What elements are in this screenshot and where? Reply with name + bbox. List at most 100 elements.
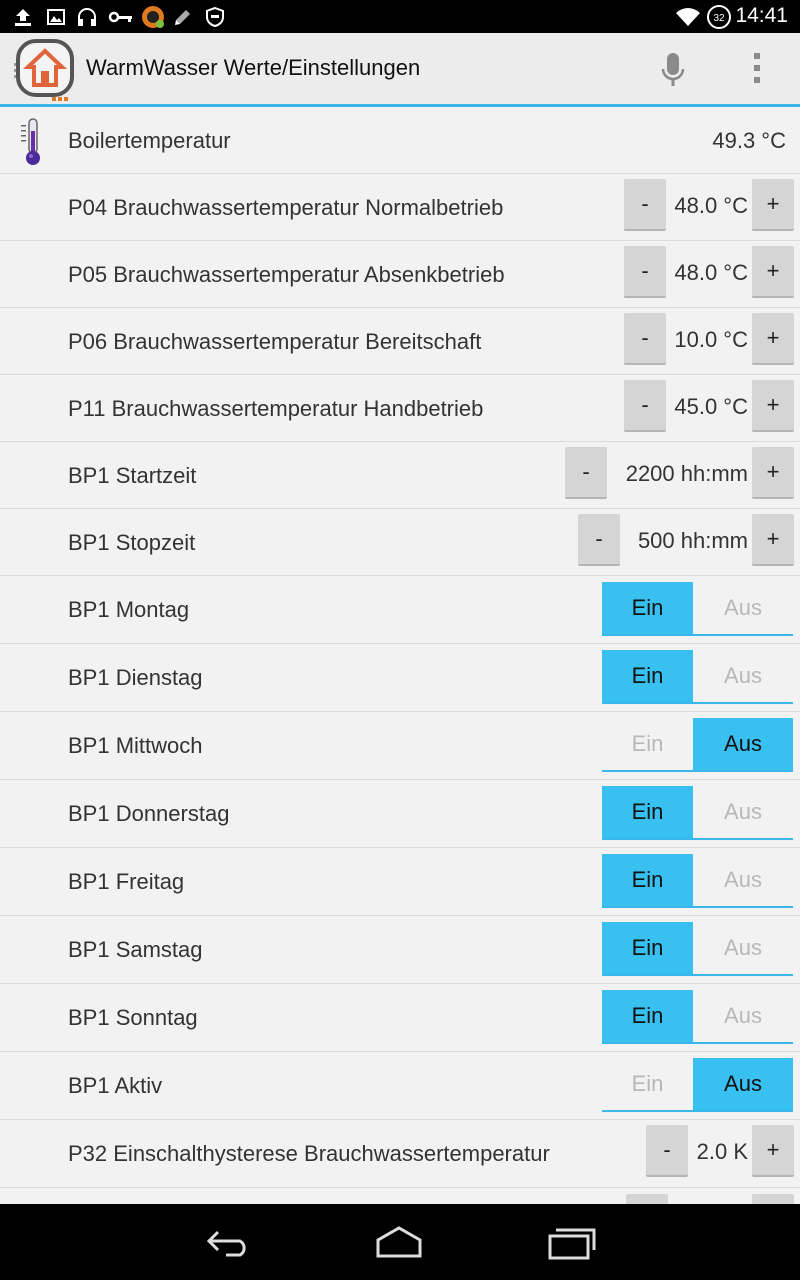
decrement-button[interactable]: - bbox=[565, 447, 607, 499]
toggle-option-aus[interactable]: Aus bbox=[693, 1058, 793, 1110]
row-label: BP1 Mittwoch bbox=[68, 733, 203, 758]
toggle-option-aus[interactable]: Aus bbox=[693, 582, 793, 634]
row-label: BP1 Freitag bbox=[68, 869, 185, 894]
row-label: BP1 Dienstag bbox=[68, 665, 203, 690]
row-label: P05 Brauchwassertemperatur Absenkbetrieb bbox=[68, 262, 505, 287]
page-title: WarmWasser Werte/Einstellungen bbox=[86, 55, 421, 80]
battery-icon: 32 bbox=[707, 5, 731, 29]
headset-icon bbox=[78, 8, 96, 26]
toggle-switch[interactable]: Ein Aus bbox=[602, 922, 793, 976]
row-label: BP1 Donnerstag bbox=[68, 801, 230, 826]
list-item-bp1-samstag: BP1 Samstag Ein Aus bbox=[0, 916, 800, 984]
toggle-option-aus[interactable]: Aus bbox=[693, 854, 793, 906]
stepper-value: 2.0 K bbox=[696, 1139, 748, 1164]
navigation-bar bbox=[0, 1204, 800, 1280]
increment-button[interactable]: + bbox=[752, 1125, 794, 1177]
row-label: P06 Brauchwassertemperatur Bereitschaft bbox=[68, 329, 482, 354]
decrement-button[interactable]: - bbox=[646, 1125, 688, 1177]
toggle-switch[interactable]: Ein Aus bbox=[602, 854, 793, 908]
app-notification-icon bbox=[142, 6, 164, 28]
stepper-value: 45.0 °C bbox=[674, 394, 748, 419]
toggle-switch[interactable]: Ein Aus bbox=[602, 718, 793, 772]
list-item-p04: P04 Brauchwassertemperatur Normalbetrieb… bbox=[0, 174, 800, 241]
row-label: Boilertemperatur bbox=[68, 128, 231, 153]
clock: 14:41 bbox=[735, 4, 788, 27]
increment-button[interactable]: + bbox=[752, 179, 794, 231]
action-bar: WarmWasser Werte/Einstellungen bbox=[0, 33, 800, 107]
list-item-p05: P05 Brauchwassertemperatur Absenkbetrieb… bbox=[0, 241, 800, 308]
decrement-button[interactable]: - bbox=[624, 179, 666, 231]
status-bar: 32 14:41 bbox=[0, 0, 800, 33]
toggle-option-aus[interactable]: Aus bbox=[693, 990, 793, 1042]
list-item-bp1-startzeit: BP1 Startzeit - 2200 hh:mm + bbox=[0, 442, 800, 509]
image-icon bbox=[47, 9, 65, 25]
toggle-switch[interactable]: Ein Aus bbox=[602, 650, 793, 704]
toggle-option-ein[interactable]: Ein bbox=[602, 786, 693, 838]
toggle-option-ein[interactable]: Ein bbox=[602, 990, 693, 1042]
toggle-option-aus[interactable]: Aus bbox=[693, 786, 793, 838]
overflow-menu-icon[interactable] bbox=[742, 47, 772, 91]
edit-icon bbox=[175, 10, 190, 25]
increment-button[interactable]: + bbox=[752, 514, 794, 566]
list-item-bp1-mittwoch: BP1 Mittwoch Ein Aus bbox=[0, 712, 800, 780]
battery-level: 32 bbox=[713, 13, 725, 24]
thermometer-icon bbox=[21, 118, 40, 165]
list-item-boilertemperatur: Boilertemperatur 49.3 °C bbox=[0, 107, 800, 174]
list-item-bp1-stopzeit: BP1 Stopzeit - 500 hh:mm + bbox=[0, 509, 800, 576]
increment-button[interactable]: + bbox=[752, 380, 794, 432]
recent-apps-icon[interactable] bbox=[546, 1224, 596, 1260]
list-item-p32: P32 Einschalthysterese Brauchwassertempe… bbox=[0, 1120, 800, 1188]
stepper-value: 500 hh:mm bbox=[637, 528, 748, 553]
toggle-switch[interactable]: Ein Aus bbox=[602, 1058, 793, 1112]
row-label: P11 Brauchwassertemperatur Handbetrieb bbox=[68, 396, 484, 421]
wifi-icon bbox=[676, 8, 700, 26]
list-item-bp1-freitag: BP1 Freitag Ein Aus bbox=[0, 848, 800, 916]
toggle-switch[interactable]: Ein Aus bbox=[602, 786, 793, 840]
toggle-option-ein[interactable]: Ein bbox=[602, 718, 693, 770]
decrement-button[interactable] bbox=[626, 1194, 668, 1204]
mic-icon[interactable] bbox=[656, 49, 690, 91]
list-item-bp1-montag: BP1 Montag Ein Aus bbox=[0, 576, 800, 644]
row-label: BP1 Aktiv bbox=[68, 1073, 163, 1098]
key-icon bbox=[108, 11, 132, 23]
decrement-button[interactable]: - bbox=[624, 246, 666, 298]
back-icon[interactable] bbox=[204, 1224, 254, 1260]
toggle-option-ein[interactable]: Ein bbox=[602, 922, 693, 974]
decrement-button[interactable]: - bbox=[624, 313, 666, 365]
toggle-switch[interactable]: Ein Aus bbox=[602, 990, 793, 1044]
increment-button[interactable] bbox=[752, 1194, 794, 1204]
upload-icon bbox=[15, 9, 31, 26]
settings-list[interactable]: Boilertemperatur 49.3 °C P04 Brauchwasse… bbox=[0, 107, 800, 1204]
list-item-partial bbox=[0, 1188, 800, 1204]
increment-button[interactable]: + bbox=[752, 246, 794, 298]
stepper-value: 10.0 °C bbox=[674, 327, 748, 352]
shield-icon bbox=[206, 6, 224, 28]
toggle-option-ein[interactable]: Ein bbox=[602, 650, 693, 702]
list-item-p11: P11 Brauchwassertemperatur Handbetrieb -… bbox=[0, 375, 800, 442]
toggle-option-ein[interactable]: Ein bbox=[602, 854, 693, 906]
list-item-p06: P06 Brauchwassertemperatur Bereitschaft … bbox=[0, 308, 800, 375]
toggle-option-ein[interactable]: Ein bbox=[602, 1058, 693, 1110]
toggle-option-ein[interactable]: Ein bbox=[602, 582, 693, 634]
app-logo-icon[interactable] bbox=[14, 37, 76, 103]
list-item-bp1-aktiv: BP1 Aktiv Ein Aus bbox=[0, 1052, 800, 1120]
row-label: BP1 Sonntag bbox=[68, 1005, 198, 1030]
row-label: BP1 Stopzeit bbox=[68, 530, 196, 555]
toggle-option-aus[interactable]: Aus bbox=[693, 718, 793, 770]
row-label: P04 Brauchwassertemperatur Normalbetrieb bbox=[68, 195, 504, 220]
increment-button[interactable]: + bbox=[752, 313, 794, 365]
stepper-value: 48.0 °C bbox=[674, 260, 748, 285]
decrement-button[interactable]: - bbox=[624, 380, 666, 432]
toggle-option-aus[interactable]: Aus bbox=[693, 922, 793, 974]
row-label: BP1 Startzeit bbox=[68, 463, 197, 488]
decrement-button[interactable]: - bbox=[578, 514, 620, 566]
row-label: P32 Einschalthysterese Brauchwassertempe… bbox=[68, 1141, 550, 1166]
list-item-bp1-sonntag: BP1 Sonntag Ein Aus bbox=[0, 984, 800, 1052]
home-icon[interactable] bbox=[374, 1224, 424, 1260]
list-item-bp1-dienstag: BP1 Dienstag Ein Aus bbox=[0, 644, 800, 712]
stepper-value: 48.0 °C bbox=[674, 193, 748, 218]
toggle-switch[interactable]: Ein Aus bbox=[602, 582, 793, 636]
toggle-option-aus[interactable]: Aus bbox=[693, 650, 793, 702]
row-label: BP1 Samstag bbox=[68, 937, 203, 962]
increment-button[interactable]: + bbox=[752, 447, 794, 499]
